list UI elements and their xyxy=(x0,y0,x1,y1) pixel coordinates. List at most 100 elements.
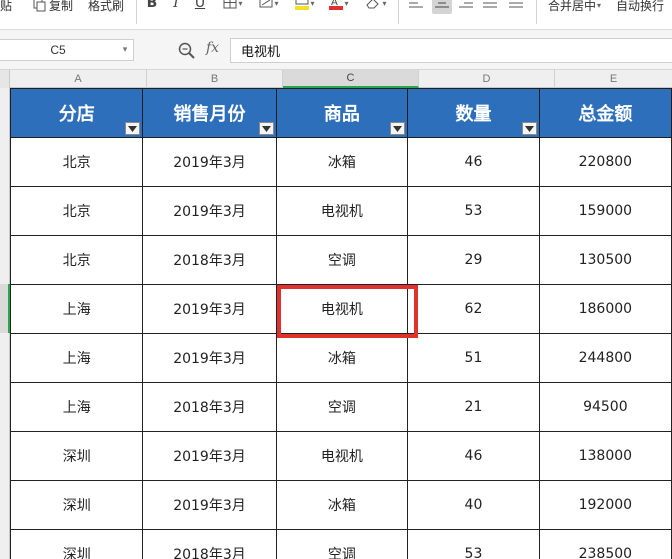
cell[interactable]: 2019年3月 xyxy=(142,333,277,383)
copy-icon xyxy=(33,0,46,12)
cell[interactable]: 2019年3月 xyxy=(142,480,277,530)
header-cell-quantity: 数量 xyxy=(407,88,540,138)
fx-insert-function-icon[interactable]: fx xyxy=(206,40,219,56)
italic-button[interactable]: I xyxy=(166,0,186,14)
cell[interactable]: 21 xyxy=(407,382,540,432)
cell[interactable]: 电视机 xyxy=(275,186,409,236)
cell[interactable]: 244800 xyxy=(538,333,672,383)
merge-center-button[interactable]: 合并居中 ▾ xyxy=(548,0,601,16)
distribute-button[interactable] xyxy=(506,0,526,14)
name-box[interactable]: C5 ▾ xyxy=(0,39,134,61)
cell[interactable]: 空调 xyxy=(275,235,409,285)
cell[interactable]: 冰箱 xyxy=(275,333,409,383)
cell[interactable]: 130500 xyxy=(538,235,672,285)
border-button[interactable]: ▾ xyxy=(220,0,246,14)
cell[interactable]: 北京 xyxy=(9,186,144,236)
cell[interactable]: 2019年3月 xyxy=(142,186,277,236)
cell[interactable]: 192000 xyxy=(538,480,672,530)
cell[interactable]: 冰箱 xyxy=(275,480,409,530)
formula-input[interactable]: 电视机 xyxy=(230,38,672,63)
cell[interactable]: 北京 xyxy=(9,137,144,187)
cell[interactable]: 电视机 xyxy=(275,431,409,481)
cell[interactable]: 上海 xyxy=(9,284,144,334)
cell[interactable]: 220800 xyxy=(538,137,672,187)
table-body: 北京 2019年3月 冰箱 46 220800 北京 2019年3月 电视机 5… xyxy=(9,137,672,559)
cell[interactable]: 53 xyxy=(407,186,540,236)
header-cell-branch: 分店 xyxy=(9,88,144,138)
column-header-d[interactable]: D xyxy=(419,70,555,88)
align-top-button[interactable] xyxy=(406,0,426,14)
cell[interactable]: 2019年3月 xyxy=(142,137,277,187)
wrap-text-button[interactable]: 自动换行 xyxy=(616,0,664,16)
cell[interactable]: 上海 xyxy=(9,382,144,432)
cell[interactable]: 空调 xyxy=(275,529,409,559)
column-header-e[interactable]: E xyxy=(555,70,672,88)
justify-button[interactable] xyxy=(480,0,500,14)
cell[interactable]: 深圳 xyxy=(9,431,144,481)
align-center-icon xyxy=(435,2,449,8)
cell[interactable]: 2019年3月 xyxy=(142,284,277,334)
table-row: 北京 2018年3月 空调 29 130500 xyxy=(9,235,672,285)
clear-format-button[interactable]: ▾ xyxy=(362,0,390,14)
filter-dropdown-button[interactable] xyxy=(521,122,537,135)
cell[interactable]: 40 xyxy=(407,480,540,530)
fill-color-button[interactable]: ▾ xyxy=(292,0,318,14)
table-header-row: 分店 销售月份 商品 数量 总金额 xyxy=(9,88,672,138)
cell[interactable]: 53 xyxy=(407,529,540,559)
column-header-b[interactable]: B xyxy=(147,70,283,88)
table-row: 深圳 2019年3月 冰箱 40 192000 xyxy=(9,480,672,530)
table-row: 北京 2019年3月 电视机 53 159000 xyxy=(9,186,672,236)
row-header-column xyxy=(0,88,10,559)
filter-dropdown-button[interactable] xyxy=(125,122,141,135)
fill-color-icon xyxy=(295,0,310,10)
cell[interactable]: 冰箱 xyxy=(275,137,409,187)
font-color-icon: A xyxy=(329,0,344,10)
cell[interactable]: 2018年3月 xyxy=(142,382,277,432)
copy-button[interactable]: 复制 xyxy=(33,0,73,16)
cell[interactable]: 159000 xyxy=(538,186,672,236)
zoom-icon[interactable] xyxy=(178,42,196,60)
cell[interactable]: 29 xyxy=(407,235,540,285)
cell[interactable]: 186000 xyxy=(538,284,672,334)
column-header-c[interactable]: C xyxy=(283,70,419,88)
cell[interactable]: 46 xyxy=(407,431,540,481)
table-row: 上海 2019年3月 电视机 62 186000 xyxy=(9,284,672,334)
align-right-button[interactable] xyxy=(456,0,476,14)
select-all-corner[interactable] xyxy=(0,70,10,88)
name-box-value: C5 xyxy=(50,43,66,57)
underline-button[interactable]: U xyxy=(190,0,210,14)
cell[interactable]: 2018年3月 xyxy=(142,235,277,285)
cell[interactable]: 46 xyxy=(407,137,540,187)
chevron-down-icon[interactable]: ▾ xyxy=(117,45,133,55)
table-row: 上海 2019年3月 冰箱 51 244800 xyxy=(9,333,672,383)
filter-dropdown-button[interactable] xyxy=(390,122,406,135)
column-header-a[interactable]: A xyxy=(10,70,147,88)
active-cell-c5[interactable]: 电视机 xyxy=(275,284,409,334)
cell[interactable]: 51 xyxy=(407,333,540,383)
cell[interactable]: 2019年3月 xyxy=(142,431,277,481)
cell[interactable]: 138000 xyxy=(538,431,672,481)
cell[interactable]: 238500 xyxy=(538,529,672,559)
cell[interactable]: 空调 xyxy=(275,382,409,432)
cell[interactable]: 94500 xyxy=(538,382,672,432)
formula-bar: C5 ▾ fx 电视机 xyxy=(0,30,672,70)
cell[interactable]: 深圳 xyxy=(9,480,144,530)
dropdown-triangle-icon xyxy=(128,125,138,132)
format-painter-button[interactable]: 格式刷 xyxy=(88,0,124,16)
font-color-button[interactable]: A ▾ xyxy=(326,0,352,14)
cell[interactable]: 上海 xyxy=(9,333,144,383)
eraser-icon xyxy=(366,0,380,9)
bold-button[interactable]: B xyxy=(142,0,162,14)
filter-dropdown-button[interactable] xyxy=(258,122,274,135)
cell[interactable]: 62 xyxy=(407,284,540,334)
cell[interactable]: 2018年3月 xyxy=(142,529,277,559)
paste-button-fragment[interactable]: 贴 xyxy=(0,0,12,16)
row-header-selected[interactable] xyxy=(0,284,10,333)
align-left-icon xyxy=(409,2,423,8)
cell[interactable]: 深圳 xyxy=(9,529,144,559)
cell[interactable]: 北京 xyxy=(9,235,144,285)
align-center-button[interactable] xyxy=(432,0,452,14)
dropdown-triangle-icon xyxy=(393,125,403,132)
header-cell-total: 总金额 xyxy=(538,88,672,138)
fill-effect-button[interactable]: ▾ xyxy=(256,0,282,14)
